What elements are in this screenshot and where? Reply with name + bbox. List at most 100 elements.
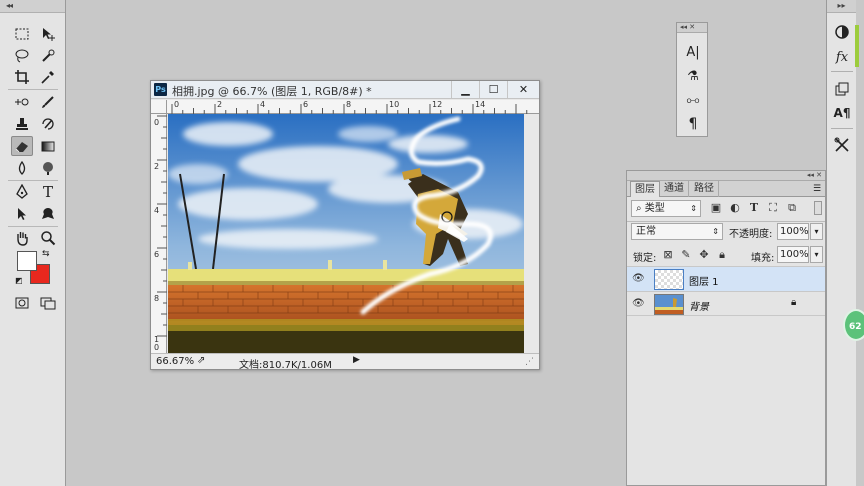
- fill-input[interactable]: 100%: [777, 246, 809, 263]
- tab-paths[interactable]: 路径: [690, 181, 719, 197]
- quick-selection-icon[interactable]: [37, 46, 59, 66]
- layers-panel: ◂◂ ✕ 图层 通道 路径 ☰ ⌕ 类型 ⇕ ▣ ◐ T ⛶ ⧉ 正常 ⇕ 不透…: [626, 170, 826, 486]
- history-brush-icon[interactable]: [37, 114, 59, 134]
- ruler-label: 8: [346, 100, 352, 109]
- toolbox-panel: ◂◂ T ⇆ ◩: [0, 0, 66, 486]
- adjustments-icon[interactable]: [832, 22, 852, 42]
- filter-adjustment-icon[interactable]: ◐: [728, 201, 742, 215]
- ruler-label: 0: [154, 118, 160, 127]
- tab-channels[interactable]: 通道: [660, 181, 689, 197]
- share-icon[interactable]: ⇗: [197, 355, 205, 366]
- lock-all-icon[interactable]: 🔒︎: [715, 248, 729, 262]
- layer-name[interactable]: 图层 1: [689, 273, 719, 288]
- filter-toggle[interactable]: [814, 201, 822, 215]
- resize-grip-icon[interactable]: ⋰: [525, 357, 534, 367]
- paragraph-styles-icon[interactable]: ⚗: [683, 67, 703, 85]
- dodge-icon[interactable]: [37, 158, 59, 178]
- character-styles-icon[interactable]: A¶: [832, 103, 852, 123]
- chevron-updown-icon: ⇕: [712, 227, 719, 236]
- layer-filter-value: 类型: [644, 203, 665, 214]
- stamp-icon[interactable]: [11, 114, 33, 134]
- zoom-level[interactable]: 66.67%: [156, 356, 194, 367]
- document-size: 文档:810.7K/1.06M: [239, 360, 332, 371]
- toolbox-collapse-grip[interactable]: ◂◂: [0, 0, 65, 13]
- filter-smart-object-icon[interactable]: ⧉: [785, 201, 799, 215]
- photoshop-logo-icon: Ps: [154, 83, 167, 96]
- floating-badge[interactable]: 62: [843, 309, 864, 341]
- eye-icon[interactable]: 👁︎: [632, 273, 646, 285]
- fill-label: 填充:: [751, 253, 775, 264]
- maximize-button[interactable]: ☐: [479, 81, 507, 98]
- swap-colors-icon[interactable]: ⇆: [42, 249, 50, 259]
- ruler-label: 12: [432, 100, 443, 109]
- layer-row[interactable]: 👁︎ 图层 1: [627, 266, 825, 291]
- default-colors-icon[interactable]: ◩: [15, 276, 23, 285]
- tool-presets-icon[interactable]: [832, 135, 852, 155]
- ruler-label: 4: [154, 206, 160, 215]
- layer-name[interactable]: 背景: [689, 298, 709, 313]
- mini-panel-dock: ◂◂ ✕ A| ⚗ ⧟ ¶: [676, 22, 708, 137]
- document-window[interactable]: Ps 相拥.jpg @ 66.7% (图层 1, RGB/8#) * ▁ ☐ ✕…: [150, 80, 540, 371]
- gradient-icon[interactable]: [37, 136, 59, 156]
- layers-panel-grip[interactable]: ◂◂ ✕: [627, 171, 825, 181]
- paths-icon[interactable]: [832, 79, 852, 99]
- character-icon[interactable]: A|: [683, 43, 703, 61]
- lock-label: 锁定:: [633, 253, 657, 264]
- lock-transparent-icon[interactable]: ⊠: [661, 248, 675, 262]
- ruler-origin[interactable]: [151, 100, 167, 114]
- tab-layers[interactable]: 图层: [630, 181, 660, 197]
- filter-pixel-icon[interactable]: ▣: [709, 201, 723, 215]
- opacity-input[interactable]: 100%: [777, 223, 809, 240]
- horizontal-ruler[interactable]: 0 2 4 6 8 10 12 14: [167, 100, 539, 114]
- photo-sculpture-rooftop: [168, 114, 524, 354]
- fill-dropdown-icon[interactable]: ▾: [810, 246, 823, 263]
- mini-panel-grip[interactable]: ◂◂ ✕: [677, 23, 707, 33]
- marquee-icon[interactable]: [11, 24, 33, 44]
- status-menu-arrow-icon[interactable]: ▶: [353, 355, 360, 365]
- crop-icon[interactable]: [11, 67, 33, 87]
- hand-icon[interactable]: [11, 228, 33, 248]
- ruler-label: 2: [217, 100, 223, 109]
- ruler-label: 8: [154, 294, 160, 303]
- right-dock-grip[interactable]: ▸▸: [827, 0, 856, 13]
- brush-icon[interactable]: [37, 92, 59, 112]
- blur-icon[interactable]: [11, 158, 33, 178]
- lock-image-icon[interactable]: ✎: [679, 248, 693, 262]
- minimize-button[interactable]: ▁: [451, 81, 479, 98]
- type-icon[interactable]: T: [37, 182, 59, 202]
- screen-mode-icon[interactable]: [37, 293, 59, 313]
- blend-mode-select[interactable]: 正常 ⇕: [631, 223, 723, 240]
- brush-presets-icon[interactable]: ⧟: [683, 91, 703, 109]
- pen-icon[interactable]: [11, 182, 33, 202]
- layer-row[interactable]: 👁︎ 背景 🔒︎: [627, 291, 825, 316]
- quick-mask-icon[interactable]: [11, 293, 33, 313]
- filter-shape-icon[interactable]: ⛶: [766, 201, 780, 215]
- blend-mode-value: 正常: [636, 226, 656, 237]
- move-icon[interactable]: [37, 24, 59, 44]
- opacity-dropdown-icon[interactable]: ▾: [810, 223, 823, 240]
- zoom-icon[interactable]: [37, 228, 59, 248]
- opacity-label: 不透明度:: [729, 229, 773, 240]
- styles-icon[interactable]: fx: [832, 47, 852, 67]
- paragraph-icon[interactable]: ¶: [683, 115, 703, 133]
- eyedropper-icon[interactable]: [37, 67, 59, 87]
- vertical-ruler[interactable]: 0 2 4 6 8 1 0: [151, 114, 167, 354]
- filter-type-icon[interactable]: T: [747, 201, 761, 215]
- lock-position-icon[interactable]: ✥: [697, 248, 711, 262]
- path-selection-icon[interactable]: [11, 204, 33, 224]
- lasso-icon[interactable]: [11, 46, 33, 66]
- document-title: 相拥.jpg @ 66.7% (图层 1, RGB/8#) *: [172, 85, 372, 98]
- custom-shape-icon[interactable]: [37, 204, 59, 224]
- ruler-label: 6: [303, 100, 309, 109]
- foreground-color-swatch[interactable]: [17, 251, 37, 271]
- document-status-bar: 66.67% ⇗ 文档:810.7K/1.06M ▶ ⋰: [151, 353, 539, 371]
- panel-menu-icon[interactable]: ☰: [813, 184, 821, 194]
- layer-thumbnail: [654, 294, 684, 315]
- close-button[interactable]: ✕: [507, 81, 539, 98]
- layer-filter-select[interactable]: ⌕ 类型 ⇕: [631, 200, 701, 217]
- document-title-bar[interactable]: Ps 相拥.jpg @ 66.7% (图层 1, RGB/8#) * ▁ ☐ ✕: [151, 81, 539, 99]
- image-canvas[interactable]: [168, 114, 524, 354]
- healing-icon[interactable]: [11, 92, 33, 112]
- eraser-icon[interactable]: [11, 136, 33, 156]
- eye-icon[interactable]: 👁︎: [632, 298, 646, 310]
